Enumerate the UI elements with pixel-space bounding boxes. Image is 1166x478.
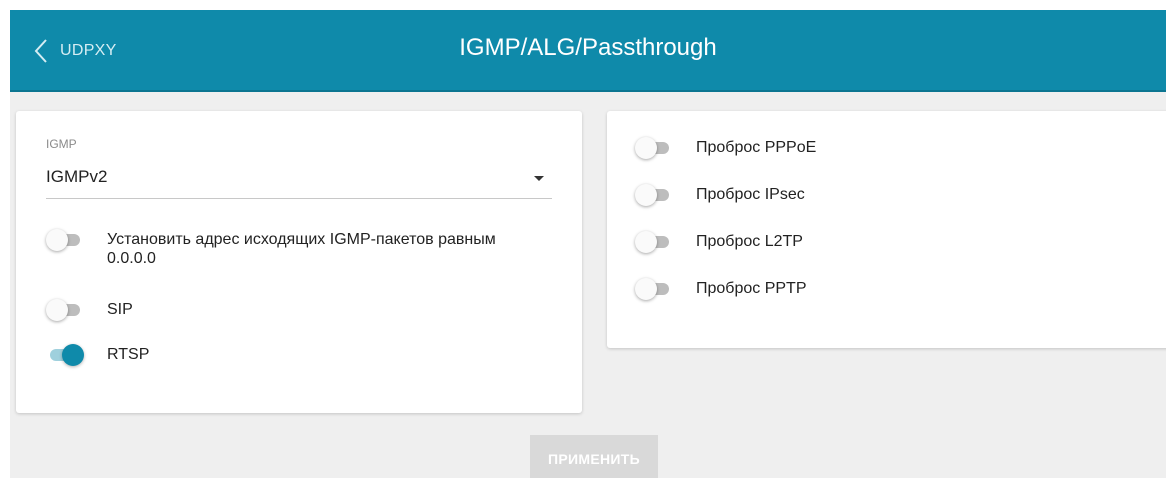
toggle-row-pppoe: Проброс PPPoE (635, 137, 816, 159)
igmp-alg-card: IGMP IGMPv2 Установить адрес исходящих I… (16, 111, 582, 413)
toggle-label: RTSP (107, 346, 150, 363)
toggle-label: Проброс L2TP (696, 233, 803, 250)
igmp-select-label: IGMP (46, 137, 77, 151)
toggle-label: Проброс IPsec (696, 186, 805, 203)
toggle-row-l2tp: Проброс L2TP (635, 231, 803, 253)
pptp-passthrough-toggle[interactable] (635, 278, 671, 300)
apply-button[interactable]: ПРИМЕНИТЬ (530, 435, 658, 478)
passthrough-card: Проброс PPPoE Проброс IPsec Проброс L2TP… (607, 111, 1166, 348)
pppoe-passthrough-toggle[interactable] (635, 137, 671, 159)
igmp-select-value: IGMPv2 (46, 167, 108, 186)
toggle-row-rtsp: RTSP (46, 344, 149, 366)
page-title: IGMP/ALG/Passthrough (459, 34, 717, 61)
igmp-source-address-toggle[interactable] (46, 229, 82, 251)
igmp-select[interactable]: IGMP IGMPv2 (46, 137, 552, 199)
toggle-label: Проброс PPTP (696, 280, 807, 297)
toggle-label: Установить адрес исходящих IGMP-пакетов … (107, 231, 496, 267)
ipsec-passthrough-toggle[interactable] (635, 184, 671, 206)
page-header: UDPXY IGMP/ALG/Passthrough (10, 10, 1166, 92)
toggle-row-ipsec: Проброс IPsec (635, 184, 805, 206)
toggle-row-pptp: Проброс PPTP (635, 278, 807, 300)
toggle-label: Проброс PPPoE (696, 139, 817, 156)
toggle-row-igmp-source-address: Установить адрес исходящих IGMP-пакетов … (46, 229, 546, 268)
dropdown-arrow-icon (534, 176, 544, 181)
l2tp-passthrough-toggle[interactable] (635, 231, 671, 253)
toggle-label: SIP (107, 301, 133, 318)
page-frame: UDPXY IGMP/ALG/Passthrough IGMP IGMPv2 У… (10, 10, 1166, 478)
rtsp-toggle[interactable] (46, 344, 84, 366)
toggle-row-sip: SIP (46, 299, 133, 321)
sip-toggle[interactable] (46, 299, 82, 321)
